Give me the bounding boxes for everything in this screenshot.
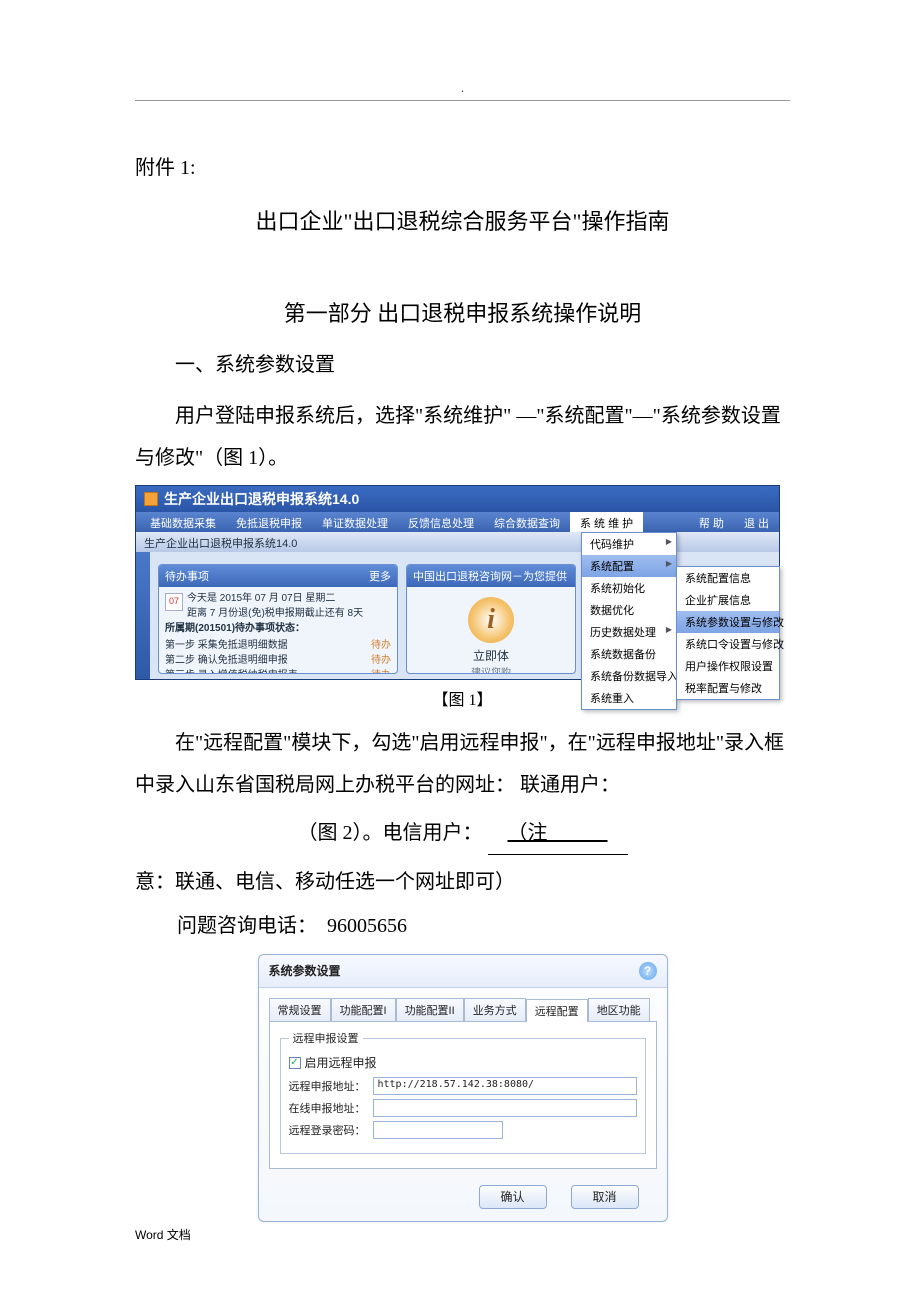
promo-big-label: 立即体 <box>413 647 569 664</box>
dd-item-restore[interactable]: 系统备份数据导入 <box>582 665 676 687</box>
tab-pane-remote: 远程申报设置 ✓ 启用远程申报 远程申报地址： http://218.57.14… <box>269 1021 657 1169</box>
paragraph-1: 用户登陆申报系统后，选择"系统维护" —"系统配置"—"系统参数设置与修改"（图… <box>135 395 790 479</box>
app-subtitle-bar: 生产企业出口退税申报系统14.0 <box>136 532 779 552</box>
left-strip <box>136 552 150 679</box>
dd2-item-tax-rate[interactable]: 税率配置与修改 <box>677 677 779 699</box>
dd2-item-config-info[interactable]: 系统配置信息 <box>677 567 779 589</box>
todo-panel-title: 待办事项 <box>165 568 209 584</box>
app-body: 待办事项 更多 07 今天是 2015年 07 月 07日 星期二 距离 7 月… <box>136 552 779 679</box>
dd-item-system-config[interactable]: 系统配置 <box>582 555 676 577</box>
remote-legend: 远程申报设置 <box>289 1030 363 1046</box>
todo-line1: 今天是 2015年 07 月 07日 星期二 <box>165 591 391 606</box>
remote-fieldset: 远程申报设置 ✓ 启用远程申报 远程申报地址： http://218.57.14… <box>280 1030 646 1154</box>
enable-remote-label: 启用远程申报 <box>305 1054 377 1071</box>
app-icon <box>144 492 158 506</box>
dd-item-code-maint[interactable]: 代码维护 <box>582 533 676 555</box>
part-title: 第一部分 出口退税申报系统操作说明 <box>135 296 790 328</box>
app-title: 生产企业出口退税申报系统14.0 <box>164 489 359 509</box>
dd2-item-password[interactable]: 系统口令设置与修改 <box>677 633 779 655</box>
todo-subhead: 所属期(201501)待办事项状态： <box>165 621 391 636</box>
tab-func2[interactable]: 功能配置II <box>396 998 464 1021</box>
tab-bizmode[interactable]: 业务方式 <box>464 998 526 1021</box>
phone-label: 问题咨询电话： <box>177 915 317 937</box>
dropdown-system-config[interactable]: 系统配置信息 企业扩展信息 系统参数设置与修改 系统口令设置与修改 用户操作权限… <box>676 566 780 700</box>
phone-number: 96005656 <box>327 915 407 937</box>
todo-step: 第一步 采集免抵退明细数据待办 <box>165 638 391 653</box>
remote-addr-input[interactable]: http://218.57.142.38:8080/ <box>373 1077 637 1095</box>
tab-region[interactable]: 地区功能 <box>588 998 650 1021</box>
online-addr-input[interactable] <box>373 1099 637 1117</box>
doc-title: 出口企业"出口退税综合服务平台"操作指南 <box>135 204 790 236</box>
app-titlebar: 生产企业出口退税申报系统14.0 <box>136 486 779 512</box>
attachment-label: 附件 1: <box>135 151 790 180</box>
promo-panel-title: 中国出口退税咨询网－为您提供 <box>413 568 567 584</box>
menu-basic-data[interactable]: 基础数据采集 <box>140 512 226 532</box>
section-1-heading: 一、系统参数设置 <box>175 348 790 377</box>
page-footer: Word 文档 <box>135 1226 191 1243</box>
todo-step: 第三步 录入增值税纳税申报表待办 <box>165 668 391 674</box>
dropdown-system-maint[interactable]: 代码维护 系统配置 系统初始化 数据优化 历史数据处理 系统数据备份 系统备份数… <box>581 532 677 710</box>
paragraph-2a: 在"远程配置"模块下，勾选"启用远程申报"，在"远程申报地址"录入框中录入山东省… <box>135 722 790 806</box>
promo-panel: 中国出口退税咨询网－为您提供 i 立即体 建议您购 <box>406 564 576 674</box>
dd2-item-ext-info[interactable]: 企业扩展信息 <box>677 589 779 611</box>
dd2-item-user-perm[interactable]: 用户操作权限设置 <box>677 655 779 677</box>
tab-func1[interactable]: 功能配置I <box>331 998 396 1021</box>
dd-item-sys-init[interactable]: 系统初始化 <box>582 577 676 599</box>
app-menubar[interactable]: 基础数据采集 免抵退税申报 单证数据处理 反馈信息处理 综合数据查询 系 统 维… <box>136 512 779 532</box>
tab-remote[interactable]: 远程配置 <box>526 999 588 1022</box>
menu-query[interactable]: 综合数据查询 <box>484 512 570 532</box>
header-rule <box>135 100 790 101</box>
menu-doc-process[interactable]: 单证数据处理 <box>312 512 398 532</box>
menu-exit[interactable]: 退 出 <box>734 512 779 532</box>
remote-addr-label: 远程申报地址： <box>289 1078 369 1094</box>
dd-item-data-opt[interactable]: 数据优化 <box>582 599 676 621</box>
todo-panel: 待办事项 更多 07 今天是 2015年 07 月 07日 星期二 距离 7 月… <box>158 564 398 674</box>
paragraph-2b: （图 2）。电信用户： <box>298 822 488 844</box>
help-icon[interactable]: ? <box>639 962 657 980</box>
paragraph-3: 意：联通、电信、移动任选一个网址即可） <box>135 861 790 903</box>
blank-underline: （注 <box>488 812 628 855</box>
dd-item-reenter[interactable]: 系统重入 <box>582 687 676 709</box>
promo-small-label: 建议您购 <box>413 664 569 674</box>
remote-pwd-label: 远程登录密码： <box>289 1122 369 1138</box>
ok-button[interactable]: 确认 <box>479 1185 547 1209</box>
dd-item-backup[interactable]: 系统数据备份 <box>582 643 676 665</box>
menu-mdt-declare[interactable]: 免抵退税申报 <box>226 512 312 532</box>
todo-panel-more[interactable]: 更多 <box>369 568 391 584</box>
menu-system-maint[interactable]: 系 统 维 护 <box>570 512 643 532</box>
header-dot: . <box>135 80 790 96</box>
dialog-title: 系统参数设置 <box>269 962 341 980</box>
screenshot-app-window: 生产企业出口退税申报系统14.0 基础数据采集 免抵退税申报 单证数据处理 反馈… <box>135 485 780 680</box>
screenshot-dialog: 系统参数设置 ? 常规设置 功能配置I 功能配置II 业务方式 远程配置 地区功… <box>258 954 668 1222</box>
calendar-icon: 07 <box>165 593 183 611</box>
online-addr-label: 在线申报地址： <box>289 1100 369 1116</box>
todo-step: 第二步 确认免抵退明细申报待办 <box>165 653 391 668</box>
dd-item-history[interactable]: 历史数据处理 <box>582 621 676 643</box>
info-icon: i <box>468 597 514 643</box>
todo-line2: 距离 7 月份退(免)税申报期截止还有 8天 <box>165 606 391 621</box>
tab-general[interactable]: 常规设置 <box>269 998 331 1021</box>
menu-feedback[interactable]: 反馈信息处理 <box>398 512 484 532</box>
dd2-item-param-set[interactable]: 系统参数设置与修改 <box>677 611 779 633</box>
menu-help[interactable]: 帮 助 <box>689 512 734 532</box>
enable-remote-checkbox[interactable]: ✓ <box>289 1057 301 1069</box>
dialog-tabs[interactable]: 常规设置 功能配置I 功能配置II 业务方式 远程配置 地区功能 <box>259 988 667 1021</box>
cancel-button[interactable]: 取消 <box>571 1185 639 1209</box>
remote-pwd-input[interactable] <box>373 1121 503 1139</box>
